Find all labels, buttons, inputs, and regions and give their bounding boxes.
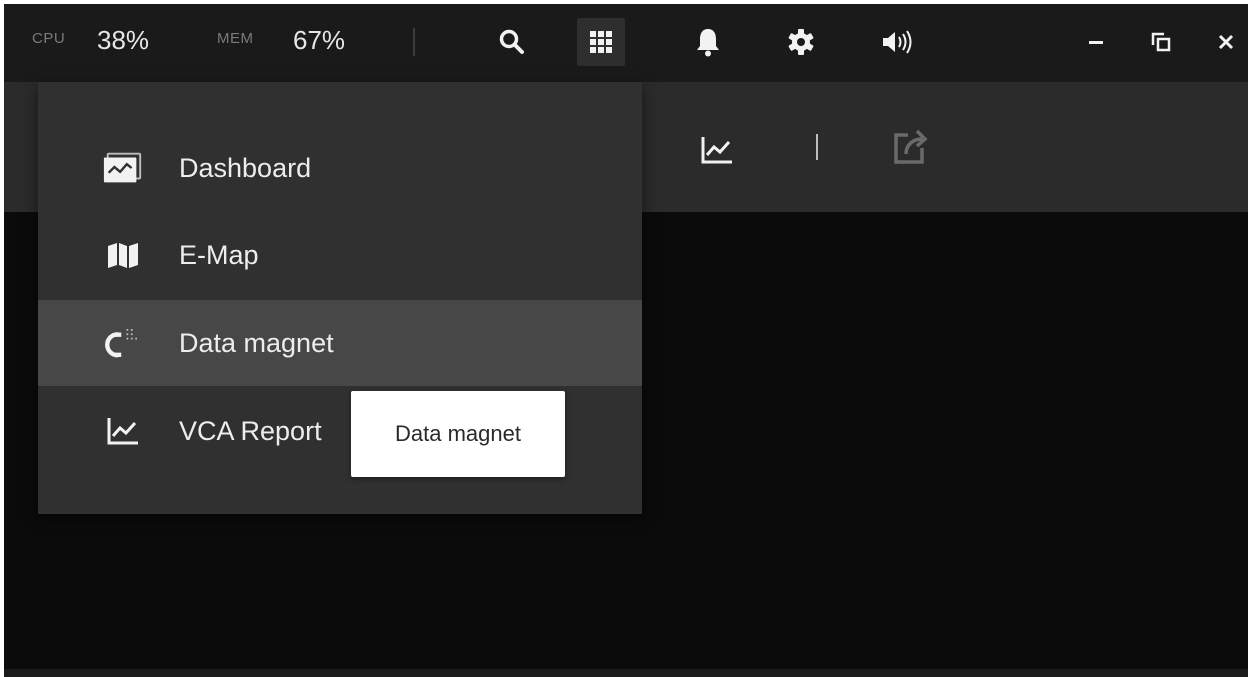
- magnet-icon: [102, 322, 144, 364]
- close-icon[interactable]: [1202, 18, 1248, 66]
- toolbar-divider: [816, 134, 818, 160]
- menu-item-data-magnet[interactable]: Data magnet: [38, 300, 642, 386]
- mem-label: MEM: [217, 30, 254, 47]
- minimize-icon[interactable]: [1072, 18, 1120, 66]
- mem-value: 67%: [293, 25, 346, 55]
- app-window: CPU 38% MEM 67% Dashboard E-Map Data mag…: [4, 4, 1248, 677]
- vca-report-icon[interactable]: [697, 130, 737, 170]
- restore-icon[interactable]: [1137, 18, 1185, 66]
- menu-item-label: Dashboard: [179, 152, 312, 183]
- bell-icon[interactable]: [684, 18, 732, 66]
- gear-icon[interactable]: [777, 18, 825, 66]
- menu-item-label: E-Map: [179, 239, 259, 270]
- tooltip: Data magnet: [351, 391, 565, 477]
- search-icon[interactable]: [488, 18, 536, 66]
- menu-item-dashboard[interactable]: Dashboard: [38, 125, 642, 211]
- tooltip-text: Data magnet: [395, 421, 521, 446]
- menu-item-emap[interactable]: E-Map: [38, 212, 642, 298]
- chart-icon: [102, 410, 144, 452]
- export-icon[interactable]: [890, 126, 930, 166]
- speaker-icon[interactable]: [874, 18, 922, 66]
- cpu-value: 38%: [97, 25, 150, 55]
- apps-grid-icon[interactable]: [577, 18, 625, 66]
- top-bar: CPU 38% MEM 67%: [4, 4, 1248, 82]
- topbar-divider: [413, 28, 415, 56]
- dashboard-icon: [102, 147, 144, 189]
- bottom-strip: [4, 669, 1248, 677]
- cpu-label: CPU: [32, 30, 66, 47]
- map-icon: [102, 234, 144, 276]
- menu-item-label: VCA Report: [179, 415, 322, 446]
- menu-item-label: Data magnet: [179, 327, 334, 358]
